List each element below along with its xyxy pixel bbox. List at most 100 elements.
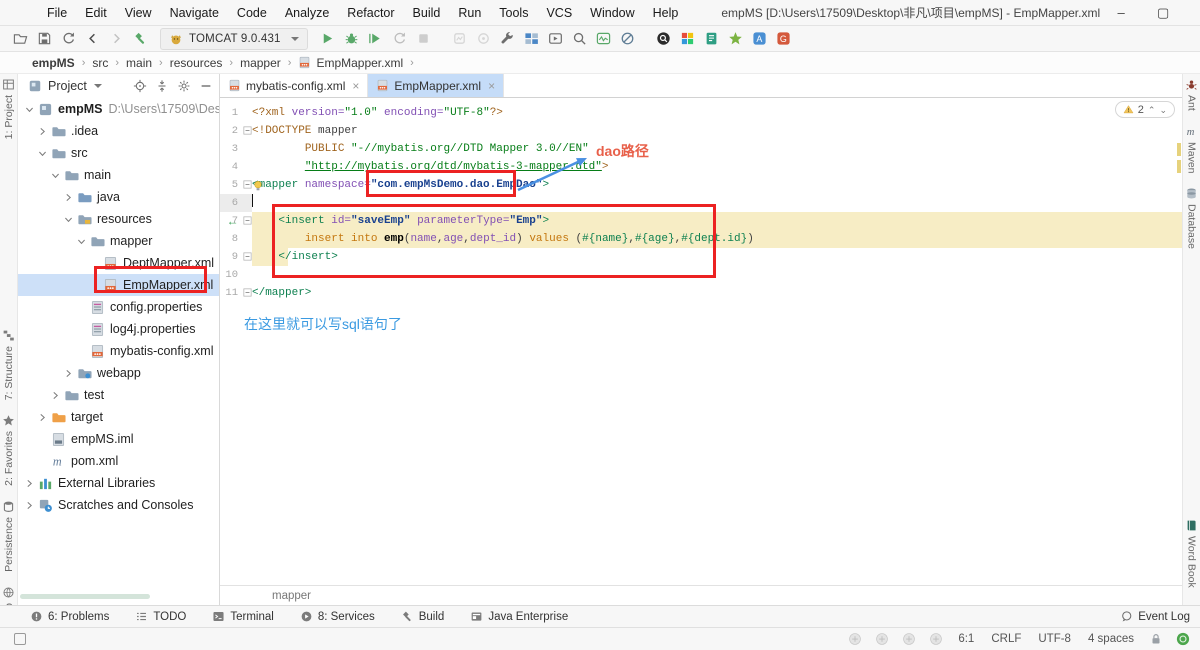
tool-stripe-persistence[interactable]: Persistence	[2, 500, 15, 572]
menu-analyze[interactable]: Analyze	[276, 0, 338, 26]
chevron-right-icon[interactable]	[63, 368, 74, 379]
menu-window[interactable]: Window	[581, 0, 643, 26]
toolwindow-button-todo[interactable]: TODO	[135, 610, 186, 623]
fold-marker-icon[interactable]	[243, 216, 252, 225]
code-line-3[interactable]: 3 PUBLIC "-//mybatis.org//DTD Mapper 3.0…	[220, 140, 1182, 158]
activity-monitor-icon-button[interactable]	[592, 28, 616, 50]
breadcrumb-item[interactable]: empMS	[30, 56, 77, 70]
breadcrumb-item[interactable]: src	[90, 56, 110, 70]
tree-item-config.properties[interactable]: config.properties	[18, 296, 219, 318]
locate-icon[interactable]	[133, 79, 147, 93]
code-line-11[interactable]: 11</mapper>	[220, 284, 1182, 302]
coverage-icon-button[interactable]	[364, 28, 388, 50]
code-line-9[interactable]: 9 </insert>	[220, 248, 1182, 266]
stop-icon-button[interactable]	[412, 28, 436, 50]
plugin-status-icon[interactable]	[1176, 632, 1190, 646]
hide-panel-icon[interactable]	[199, 79, 213, 93]
chevron-right-icon[interactable]	[24, 478, 35, 489]
editor-tab-mybatis-config.xml[interactable]: mybatis-config.xml×	[220, 74, 368, 97]
tree-item-scratches-and-consoles[interactable]: Scratches and Consoles	[18, 494, 219, 516]
menu-view[interactable]: View	[116, 0, 161, 26]
breadcrumb-item[interactable]: main	[124, 56, 154, 70]
save-icon-button[interactable]	[32, 28, 56, 50]
code-line-8[interactable]: 8 insert into emp(name,age,dept_id) valu…	[220, 230, 1182, 248]
search-everywhere-icon-button[interactable]	[568, 28, 592, 50]
chevron-down-icon[interactable]	[76, 236, 87, 247]
code-line-6[interactable]: 6	[220, 194, 1182, 212]
tool-stripe-1-project[interactable]: 1: Project	[2, 78, 15, 139]
back-icon-button[interactable]	[80, 28, 104, 50]
tree-item-java[interactable]: java	[18, 186, 219, 208]
attach-icon-button[interactable]	[472, 28, 496, 50]
close-icon[interactable]: ×	[488, 79, 495, 93]
tool-stripe-database[interactable]: Database	[1185, 187, 1198, 249]
editor-breadcrumb[interactable]: mapper	[220, 585, 1182, 605]
tool-window-toggle-icon[interactable]	[14, 633, 26, 645]
code-line-1[interactable]: 1<?xml version="1.0" encoding="UTF-8"?>	[220, 104, 1182, 122]
chevron-down-icon[interactable]	[94, 84, 102, 88]
fold-marker-icon[interactable]	[243, 252, 252, 261]
menu-refactor[interactable]: Refactor	[338, 0, 403, 26]
build-hammer-icon-button[interactable]	[128, 28, 152, 50]
power-save-icon-button[interactable]	[616, 28, 640, 50]
menu-code[interactable]: Code	[228, 0, 276, 26]
color-palette-icon-button[interactable]	[676, 28, 700, 50]
tool-stripe-maven[interactable]: mMaven	[1185, 125, 1198, 174]
chevron-right-icon[interactable]	[50, 390, 61, 401]
status-line-separator[interactable]: CRLF	[989, 633, 1023, 645]
translator-engine-icon[interactable]	[848, 632, 862, 646]
toolwindow-button-8-services[interactable]: 8: Services	[300, 610, 375, 623]
tree-item-external-libraries[interactable]: External Libraries	[18, 472, 219, 494]
chevron-right-icon[interactable]	[37, 412, 48, 423]
tree-item-resources[interactable]: resources	[18, 208, 219, 230]
code-editor[interactable]: 2 ⌃ ⌄ 1<?xml version="1.0" encoding="UTF…	[220, 98, 1182, 585]
chevron-down-icon[interactable]	[37, 148, 48, 159]
menu-edit[interactable]: Edit	[76, 0, 116, 26]
collapse-all-icon[interactable]	[155, 79, 169, 93]
tree-item-empms.iml[interactable]: empMS.iml	[18, 428, 219, 450]
chevron-down-icon[interactable]	[50, 170, 61, 181]
debug-icon-button[interactable]	[340, 28, 364, 50]
tree-item-log4j.properties[interactable]: log4j.properties	[18, 318, 219, 340]
toolwindow-button-build[interactable]: Build	[401, 610, 445, 623]
tool-stripe-2-favorites[interactable]: 2: Favorites	[2, 414, 15, 486]
toolwindow-button-terminal[interactable]: Terminal	[212, 610, 273, 623]
forward-icon-button[interactable]	[104, 28, 128, 50]
tree-item-mapper[interactable]: mapper	[18, 230, 219, 252]
menu-build[interactable]: Build	[404, 0, 450, 26]
rerun-icon-button[interactable]	[388, 28, 412, 50]
status-file-encoding[interactable]: UTF-8	[1036, 633, 1073, 645]
code-line-2[interactable]: 2<!DOCTYPE mapper	[220, 122, 1182, 140]
menu-run[interactable]: Run	[449, 0, 490, 26]
code-line-10[interactable]: 10	[220, 266, 1182, 284]
fold-marker-icon[interactable]	[243, 180, 252, 189]
project-structure-icon-button[interactable]	[520, 28, 544, 50]
settings-wrench-icon-button[interactable]	[496, 28, 520, 50]
plugin-star-icon-button[interactable]	[724, 28, 748, 50]
chevron-right-icon[interactable]	[63, 192, 74, 203]
breadcrumb-item[interactable]: EmpMapper.xml	[314, 56, 405, 70]
menu-file[interactable]: File	[38, 0, 76, 26]
run-configuration-selector[interactable]: TOMCAT 9.0.431	[160, 28, 308, 50]
toolwindow-button-java-enterprise[interactable]: Java Enterprise	[470, 610, 568, 623]
tree-item-empms[interactable]: empMSD:\Users\17509\Desktop	[18, 98, 219, 120]
run-anything-icon-button[interactable]	[544, 28, 568, 50]
tree-item-webapp[interactable]: webapp	[18, 362, 219, 384]
project-tree-hscrollbar[interactable]	[20, 594, 150, 599]
tree-item-mybatis-config.xml[interactable]: mybatis-config.xml	[18, 340, 219, 362]
settings-gear-icon[interactable]	[177, 79, 191, 93]
readonly-lock-icon[interactable]	[1149, 632, 1163, 646]
quick-search-icon-button[interactable]	[652, 28, 676, 50]
translate-red-icon-button[interactable]: G	[772, 28, 796, 50]
chevron-right-icon[interactable]	[37, 126, 48, 137]
event-log-button[interactable]: Event Log	[1120, 610, 1190, 623]
project-panel-title[interactable]: Project	[48, 79, 87, 93]
code-line-5[interactable]: 5<mapper namespace="com.empMsDemo.dao.Em…	[220, 176, 1182, 194]
open-icon-button[interactable]	[8, 28, 32, 50]
tool-stripe-7-structure[interactable]: 7: Structure	[2, 329, 15, 400]
fold-marker-icon[interactable]	[243, 126, 252, 135]
editor-tab-empmapper.xml[interactable]: EmpMapper.xml×	[368, 74, 504, 97]
status-caret-position[interactable]: 6:1	[956, 633, 976, 645]
breadcrumb-item[interactable]: mapper	[238, 56, 283, 70]
menu-navigate[interactable]: Navigate	[161, 0, 228, 26]
